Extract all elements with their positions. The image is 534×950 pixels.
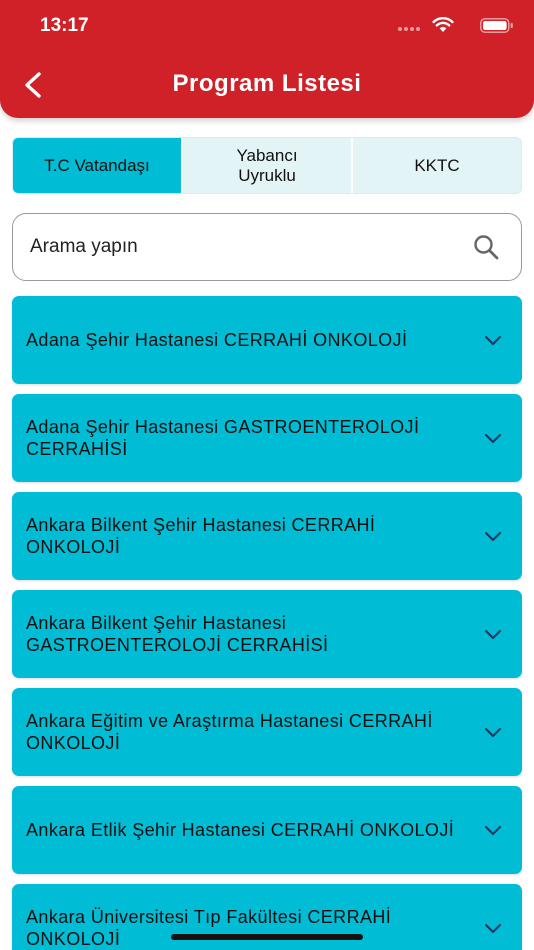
page-title: Program Listesi: [172, 70, 362, 97]
app-header: 13:17 Program Listesi: [0, 0, 534, 118]
program-list: Adana Şehir Hastanesi CERRAHİ ONKOLOJİ A…: [12, 296, 522, 950]
tab-yabanci-uyruklu[interactable]: Yabancı Uyruklu: [183, 138, 353, 193]
status-time: 13:17: [40, 15, 89, 36]
tab-tc-vatandasi[interactable]: T.C Vatandaşı: [13, 138, 183, 193]
tab-kktc[interactable]: KKTC: [353, 138, 521, 193]
search-icon[interactable]: [472, 233, 500, 261]
tab-label: Yabancı Uyruklu: [236, 145, 298, 185]
search-box: [12, 213, 522, 281]
chevron-down-icon: [484, 825, 502, 836]
chevron-down-icon: [484, 727, 502, 738]
list-item[interactable]: Adana Şehir Hastanesi GASTROENTEROLOJİ C…: [12, 394, 522, 482]
program-label: Adana Şehir Hastanesi CERRAHİ ONKOLOJİ: [26, 330, 408, 350]
program-label: Ankara Bilkent Şehir Hastanesi CERRAHİ O…: [26, 515, 376, 557]
list-item[interactable]: Ankara Eğitim ve Araştırma Hastanesi CER…: [12, 688, 522, 776]
chevron-down-icon: [484, 629, 502, 640]
cellular-signal-icon: [398, 27, 422, 33]
wifi-icon: [432, 17, 454, 32]
program-label: Ankara Üniversitesi Tıp Fakültesi CERRAH…: [26, 907, 392, 949]
list-item[interactable]: Ankara Bilkent Şehir Hastanesi GASTROENT…: [12, 590, 522, 678]
home-indicator: [171, 934, 363, 940]
chevron-down-icon: [484, 335, 502, 346]
citizenship-tabs: T.C Vatandaşı Yabancı Uyruklu KKTC: [12, 137, 522, 194]
battery-icon: [480, 18, 513, 33]
search-input[interactable]: [13, 214, 472, 280]
program-label: Adana Şehir Hastanesi GASTROENTEROLOJİ C…: [26, 417, 420, 459]
chevron-down-icon: [484, 433, 502, 444]
chevron-down-icon: [484, 531, 502, 542]
list-item[interactable]: Adana Şehir Hastanesi CERRAHİ ONKOLOJİ: [12, 296, 522, 384]
list-item[interactable]: Ankara Bilkent Şehir Hastanesi CERRAHİ O…: [12, 492, 522, 580]
program-label: Ankara Eğitim ve Araştırma Hastanesi CER…: [26, 711, 433, 753]
chevron-down-icon: [484, 923, 502, 934]
program-label: Ankara Bilkent Şehir Hastanesi GASTROENT…: [26, 613, 329, 655]
list-item[interactable]: Ankara Üniversitesi Tıp Fakültesi CERRAH…: [12, 884, 522, 950]
list-item[interactable]: Ankara Etlik Şehir Hastanesi CERRAHİ ONK…: [12, 786, 522, 874]
program-label: Ankara Etlik Şehir Hastanesi CERRAHİ ONK…: [26, 820, 455, 840]
